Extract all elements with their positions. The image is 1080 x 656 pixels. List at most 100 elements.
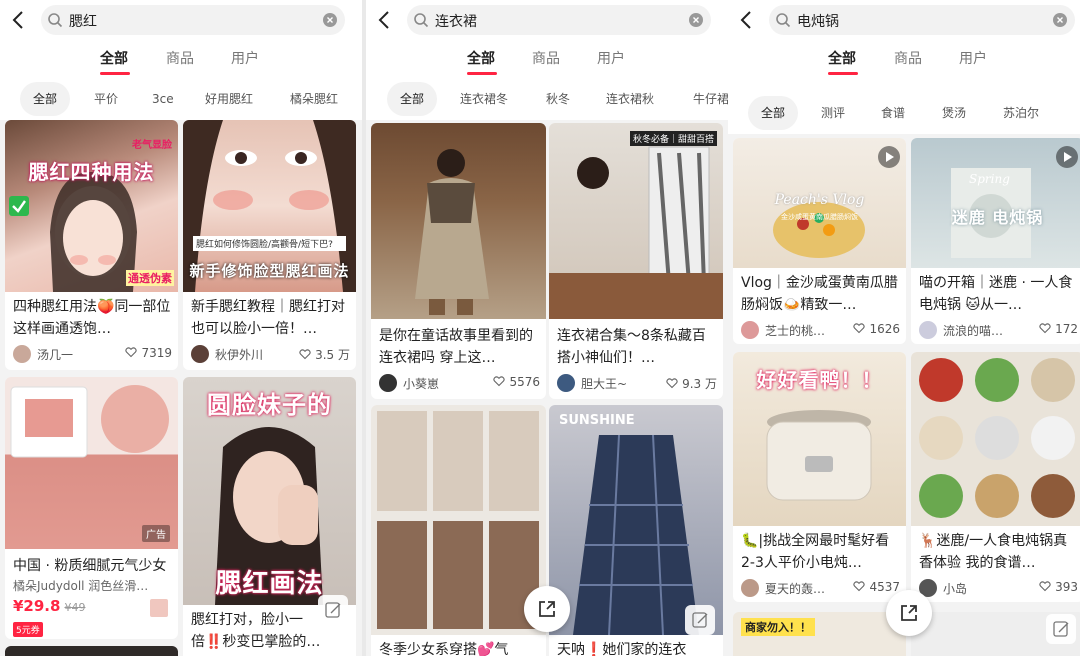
author-name[interactable]: 胆大王~: [581, 375, 653, 392]
note-card[interactable]: SUNSHINE 天呐❗️她们家的连衣: [549, 405, 723, 656]
tab-products[interactable]: 商品: [532, 48, 560, 68]
note-title[interactable]: 连衣裙合集～8条私藏百搭小神仙们！…: [557, 325, 717, 369]
back-arrow-icon[interactable]: [10, 9, 28, 31]
chip-all[interactable]: 全部: [387, 82, 437, 116]
avatar[interactable]: [741, 579, 759, 597]
note-card[interactable]: 是你在童话故事里看到的连衣裙吗 穿上这… 小葵崽 5576: [371, 123, 546, 399]
like-count[interactable]: 5576: [493, 375, 540, 389]
note-title[interactable]: 腮红打对，脸小一倍‼️秒变巴掌脸的…: [191, 609, 326, 653]
note-title[interactable]: 新手腮红教程｜腮红打对也可以脸小一倍！…: [191, 296, 350, 340]
note-card[interactable]: 圆脸妹子的 腮红画法 腮红打对，脸小一倍‼️秒变巴掌脸的…: [183, 377, 356, 656]
edit-icon[interactable]: [318, 595, 348, 625]
chip-all[interactable]: 全部: [20, 82, 70, 116]
like-count[interactable]: 393: [1039, 580, 1078, 594]
chip[interactable]: 平价: [94, 82, 118, 116]
note-card-partial[interactable]: [5, 646, 178, 656]
chip[interactable]: 连衣裙冬: [460, 82, 508, 116]
search-bar[interactable]: 腮红: [41, 5, 345, 35]
note-card[interactable]: 腮红四种用法 老气显脸 通透伪素 四种腮红用法🍑同一部位这样画通透饱… 汤几一 …: [5, 120, 178, 370]
like-count[interactable]: 4537: [853, 580, 900, 594]
chip[interactable]: 橘朵腮红: [290, 82, 338, 116]
author-name[interactable]: 汤几一: [37, 346, 109, 363]
note-card[interactable]: 秋冬必备｜甜甜百搭 连衣裙合集～8条私藏百搭小神仙们！… 胆大王~ 9.3 万: [549, 123, 723, 399]
back-arrow-icon[interactable]: [376, 9, 394, 31]
author-name[interactable]: 小岛: [943, 580, 1015, 597]
note-title[interactable]: 天呐❗️她们家的连衣: [557, 639, 693, 656]
search-icon: [414, 13, 429, 28]
avatar[interactable]: [191, 345, 209, 363]
note-title[interactable]: 喵の开箱｜迷鹿 · 一人食电炖锅 🐱从一…: [919, 272, 1078, 316]
like-count[interactable]: 3.5 万: [299, 346, 350, 363]
author-name[interactable]: 小葵崽: [403, 375, 475, 392]
author-name[interactable]: 芝士的桃…: [765, 322, 837, 339]
share-button[interactable]: [886, 590, 932, 636]
product-brand[interactable]: 橘朵Judydoll 润色丝滑…: [13, 577, 170, 594]
author-name[interactable]: 夏天的轰…: [765, 580, 837, 597]
product-title[interactable]: 中国 · 粉质细腻元气少女: [13, 555, 172, 577]
avatar[interactable]: [557, 374, 575, 392]
note-title[interactable]: 🐛|挑战全网最时髦好看2-3人平价小电炖…: [741, 530, 900, 574]
coupon-badge[interactable]: 5元券: [13, 622, 43, 637]
tab-indicator: [828, 72, 858, 75]
product-card[interactable]: 广告 中国 · 粉质细腻元气少女 橘朵Judydoll 润色丝滑… ¥29.8 ¥…: [5, 377, 178, 639]
tab-users[interactable]: 用户: [959, 48, 987, 68]
tab-products[interactable]: 商品: [166, 48, 194, 68]
chip[interactable]: 测评: [821, 96, 845, 130]
chip[interactable]: 好用腮红: [205, 82, 253, 116]
note-card-partial[interactable]: 商家勿入！！: [733, 612, 906, 656]
note-card[interactable]: 冬季少女系穿搭💕气: [371, 405, 546, 656]
edit-icon[interactable]: [1046, 614, 1076, 644]
avatar[interactable]: [919, 321, 937, 339]
note-card-partial[interactable]: [911, 612, 1080, 656]
avatar[interactable]: [379, 374, 397, 392]
tab-all[interactable]: 全部: [828, 48, 856, 68]
scarves-illustration: [549, 146, 723, 319]
product-thumbnail[interactable]: [150, 599, 168, 617]
note-card[interactable]: Peach's Vlog 金沙咸蛋黄南瓜腊肠焖饭 Vlog｜金沙咸蛋黄南瓜腊肠焖…: [733, 138, 906, 344]
note-card[interactable]: 🦌迷鹿/一人食电炖锅真香体验 我的食谱… 小岛 393: [911, 352, 1080, 602]
note-title[interactable]: Vlog｜金沙咸蛋黄南瓜腊肠焖饭🍛精致一…: [741, 272, 900, 316]
note-title[interactable]: 🦌迷鹿/一人食电炖锅真香体验 我的食谱…: [919, 530, 1078, 574]
search-query[interactable]: 连衣裙: [435, 11, 477, 31]
search-bar[interactable]: 电炖锅: [769, 5, 1075, 35]
chip[interactable]: 连衣裙秋: [606, 82, 654, 116]
note-title[interactable]: 是你在童话故事里看到的连衣裙吗 穿上这…: [379, 325, 540, 369]
like-count[interactable]: 1626: [853, 322, 900, 336]
search-query[interactable]: 电炖锅: [797, 11, 839, 31]
chip[interactable]: 煲汤: [942, 96, 966, 130]
avatar[interactable]: [741, 321, 759, 339]
tab-all[interactable]: 全部: [467, 48, 495, 68]
cover-title: 好好看鸭！！: [756, 368, 883, 392]
blush-compact-illustration: [10, 385, 169, 458]
tab-users[interactable]: 用户: [597, 48, 625, 68]
like-count[interactable]: 172: [1039, 322, 1078, 336]
chip[interactable]: 食谱: [881, 96, 905, 130]
author-name[interactable]: 流浪的喵…: [943, 322, 1015, 339]
note-card[interactable]: Spring 迷鹿 电炖锅 喵の开箱｜迷鹿 · 一人食电炖锅 🐱从一… 流浪的喵…: [911, 138, 1080, 344]
avatar[interactable]: [13, 345, 31, 363]
clear-icon[interactable]: [689, 13, 703, 27]
note-title[interactable]: 冬季少女系穿搭💕气: [379, 639, 540, 656]
cover-title: SUNSHINE: [559, 413, 635, 428]
tab-products[interactable]: 商品: [894, 48, 922, 68]
author-name[interactable]: 秋伊外川: [215, 346, 287, 363]
chip[interactable]: 3ce: [152, 82, 174, 116]
chip[interactable]: 牛仔裙: [693, 82, 728, 116]
note-card[interactable]: 腮红如何修饰圆脸/高颧骨/短下巴? 新手修饰脸型腮红画法 新手腮红教程｜腮红打对…: [183, 120, 356, 370]
tab-users[interactable]: 用户: [231, 48, 259, 68]
like-count[interactable]: 7319: [125, 346, 172, 360]
like-count[interactable]: 9.3 万: [666, 375, 717, 392]
back-arrow-icon[interactable]: [738, 9, 756, 31]
search-query[interactable]: 腮红: [69, 11, 97, 31]
edit-icon[interactable]: [685, 605, 715, 635]
note-card[interactable]: 好好看鸭！！ 🐛|挑战全网最时髦好看2-3人平价小电炖… 夏天的轰… 4537: [733, 352, 906, 602]
chip[interactable]: 苏泊尔: [1003, 96, 1039, 130]
clear-icon[interactable]: [1053, 13, 1067, 27]
search-bar[interactable]: 连衣裙: [407, 5, 711, 35]
share-button[interactable]: [524, 586, 570, 632]
note-title[interactable]: 四种腮红用法🍑同一部位这样画通透饱…: [13, 296, 172, 340]
chip-all[interactable]: 全部: [748, 96, 798, 130]
clear-icon[interactable]: [323, 13, 337, 27]
tab-all[interactable]: 全部: [100, 48, 128, 68]
chip[interactable]: 秋冬: [546, 82, 570, 116]
